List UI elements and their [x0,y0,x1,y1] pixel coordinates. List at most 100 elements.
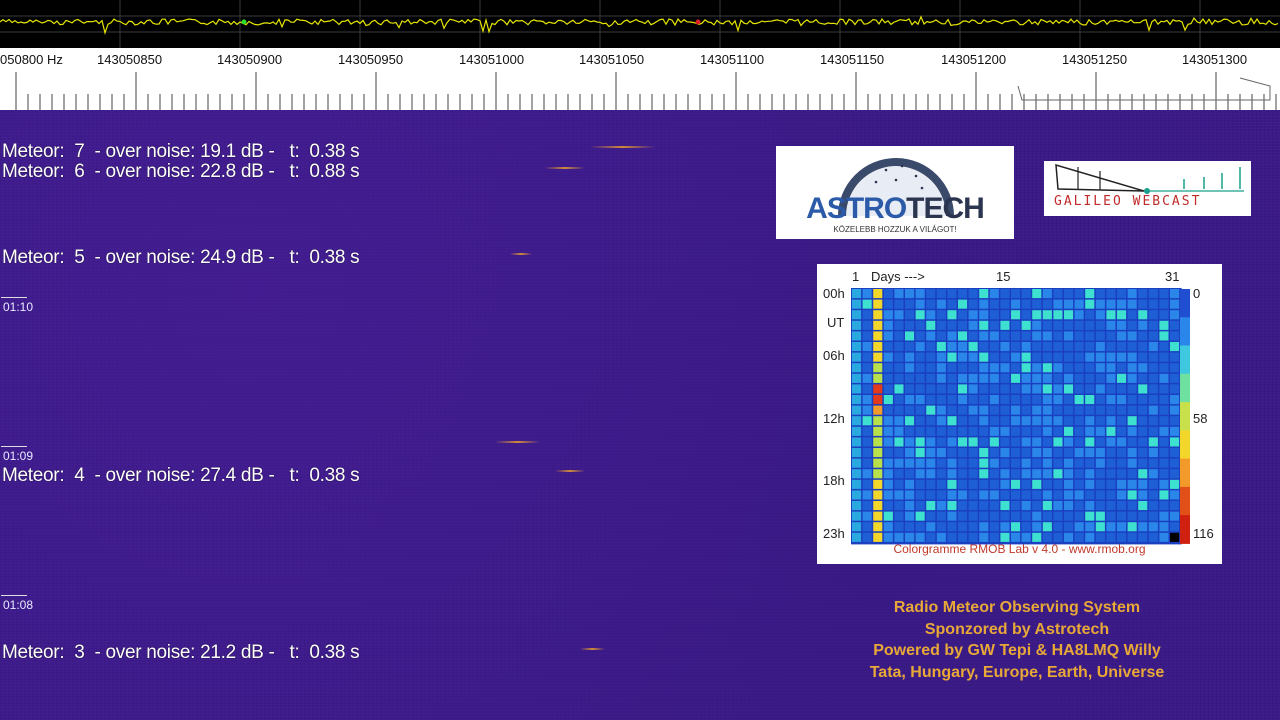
colorgramme-cell [905,511,915,521]
colorgramme-cell [1074,469,1084,479]
colorgramme-cell [1127,310,1137,320]
colorgramme-cell [1085,310,1095,320]
colorgramme-cell [1170,395,1180,405]
colorgramme-cell [926,384,936,394]
colorgramme-cell [1000,342,1010,352]
colorgramme-cell [1021,342,1031,352]
colorgramme-cell [1159,331,1169,341]
colorgramme-cell [1074,479,1084,489]
colorgramme-cell [1148,299,1158,309]
colorgramme-cell [894,501,904,511]
astrotech-tagline: KÖZELEBB HOZZUK A VILÁGOT! [833,225,957,234]
colorgramme-cell [968,490,978,500]
colorgramme-cell [1011,342,1021,352]
colorgramme-cell [852,501,862,511]
colorgramme-cell [894,299,904,309]
freq-label: 143051000 [459,52,525,67]
colorgramme-cell [1000,469,1010,479]
colorgramme-cell [989,532,999,542]
colorgramme-cell [926,511,936,521]
colorgramme-cell [947,310,957,320]
colorgramme-cell [979,426,989,436]
colorgramme-cell [1138,532,1148,542]
colorgramme-cell [989,299,999,309]
colorgramme-cell [1127,522,1137,532]
colorgramme-cell [1053,310,1063,320]
colorgramme-cell [1000,458,1010,468]
colorgramme-cell [1011,299,1021,309]
colorgramme-cell [915,490,925,500]
colorgramme-cell [936,416,946,426]
colorgramme-cell [1064,490,1074,500]
colorgramme-cell [968,299,978,309]
colorgramme-cell [1000,299,1010,309]
colorgramme-cell [862,490,872,500]
colorgramme-cell [1159,469,1169,479]
colorgramme-cell [1074,501,1084,511]
colorgramme-cell [915,289,925,299]
colorgramme-cell [958,532,968,542]
colorgramme-cell [883,437,893,447]
colorgramme-cell [1095,426,1105,436]
colorgramme-cell [989,352,999,362]
colorgramme-cell [1170,522,1180,532]
colorgramme-cell [915,458,925,468]
colorgramme-cell [1159,373,1169,383]
colorgramme-cell [979,490,989,500]
colorgramme-cell [979,373,989,383]
colorgramme-cell [894,395,904,405]
colorgramme-cell [979,458,989,468]
colorgramme-cell [1000,416,1010,426]
colorgramme-cell [958,320,968,330]
colorgramme-cell [862,289,872,299]
colorgramme-cell [1021,511,1031,521]
colorgramme-cell [873,352,883,362]
colorgramme-cell [1085,522,1095,532]
colorgramme-cell [1053,532,1063,542]
colorgramme-cell [968,426,978,436]
colorgramme-cell [926,395,936,405]
colorgramme-cell [905,479,915,489]
colorgramme-cell [936,289,946,299]
colorgramme-cell [1032,299,1042,309]
colorgramme-cell [1032,448,1042,458]
colorgramme-cell [894,310,904,320]
colorgramme-cell [1032,532,1042,542]
colorgramme-cell [1042,395,1052,405]
colorgramme-cell [968,342,978,352]
colorgramme-cell [968,373,978,383]
colorgramme-cell [1000,448,1010,458]
colorgramme-cell [1138,363,1148,373]
colorgramme-cell [947,416,957,426]
colorgramme-cell [936,384,946,394]
time-mark: 01:10 [0,297,34,314]
colorgramme-cell [979,331,989,341]
colorgramme-cell [873,405,883,415]
colorgramme-cell [862,458,872,468]
colorgramme-cell [1117,426,1127,436]
colorgramme-cell [873,331,883,341]
colorgramme-cell [947,373,957,383]
colorgramme-cell [915,352,925,362]
meteor-report-7: Meteor: 7 - over noise: 19.1 dB - t: 0.3… [2,141,360,162]
colorgramme-cell [1148,469,1158,479]
marker-red [695,19,701,25]
colorgramme-cell [958,384,968,394]
colorgramme-cell [926,310,936,320]
colorgramme-cell [1095,310,1105,320]
colorgramme-cell [1021,405,1031,415]
colorgramme-cell [1053,363,1063,373]
colorgramme-cell [1117,490,1127,500]
colorgramme-cell [1170,289,1180,299]
colorgramme-cell [1074,289,1084,299]
colorgramme-cell [1095,479,1105,489]
colorgramme-cell [1085,289,1095,299]
colorgramme-cell [947,532,957,542]
colorgramme-cell [936,522,946,532]
colorgramme-cell [1095,458,1105,468]
colorgramme-cell [873,395,883,405]
colorgramme-cell [1106,320,1116,330]
colorgramme-cell [1106,448,1116,458]
colorgramme-cell [1032,469,1042,479]
colorgramme-cell [1000,405,1010,415]
